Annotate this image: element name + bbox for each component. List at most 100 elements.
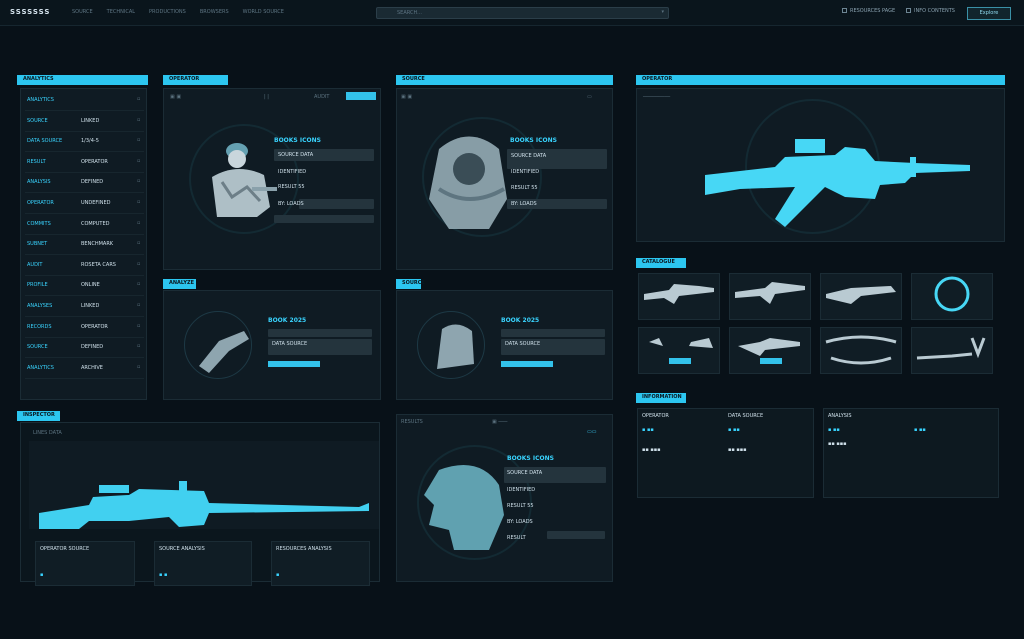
divider (25, 316, 144, 317)
card-label: | | (264, 94, 269, 100)
weapon-preview: ───────── (636, 88, 1005, 242)
sidebar-item-value: UNDEFINED (81, 200, 111, 206)
sidebar-item-label: OPERATOR (27, 200, 54, 206)
checkbox-icon[interactable]: ▫ (137, 281, 140, 287)
sidebar-item[interactable]: ANALYTICS ARCHIVE ▫ (25, 363, 144, 379)
information-header: INFORMATION (636, 393, 686, 403)
nav-item[interactable]: WORLD SOURCE (243, 9, 284, 15)
grid-icon (842, 8, 847, 13)
sidebar-item[interactable]: ANALYSIS DEFINED ▫ (25, 177, 144, 194)
divider (25, 336, 144, 338)
sidebar-item-value: ARCHIVE (81, 364, 103, 371)
sidebar-item[interactable]: RECORDS OPERATOR ▫ (25, 322, 144, 338)
sidebar-item[interactable]: AUDIT ROSETA CARS ▫ (25, 260, 144, 276)
sidebar-item-value: BENCHMARK (81, 241, 114, 248)
tab-active[interactable] (346, 92, 376, 100)
info-card: SOURCE ANALYSIS ▪ ▪ (154, 541, 252, 586)
sidebar-item[interactable]: DATA SOURCE 1/3/4-5 ▫ (25, 136, 144, 153)
sidebar-item[interactable]: PROFILE ONLINE ▫ (25, 280, 144, 297)
divider (25, 274, 144, 276)
sidebar-item-value: ONLINE (81, 282, 100, 289)
catalogue-thumbnail[interactable] (911, 327, 993, 374)
card3-header: ANALYZE (163, 279, 196, 289)
sidebar-item-label: RESULT (27, 158, 46, 165)
checkbox-icon[interactable]: ▫ (137, 240, 140, 246)
catalogue-thumbnail[interactable] (911, 273, 993, 320)
sidebar-item-value: OPERATOR (81, 158, 108, 165)
checkbox-icon[interactable]: ▫ (137, 364, 140, 370)
divider (25, 192, 144, 194)
card-tab[interactable]: AUDIT (314, 94, 329, 100)
sidebar-item-label: PROFILE (27, 282, 48, 289)
nav-item[interactable]: TECHNICAL (107, 9, 135, 15)
checkbox-icon[interactable]: ▫ (137, 178, 140, 184)
divider (25, 377, 144, 379)
resources-link[interactable]: RESOURCES PAGE (842, 8, 895, 14)
sidebar-item[interactable]: ANALYSES LINKED ▫ (25, 301, 144, 317)
soldier-sketch (432, 319, 477, 376)
inspector-header: INSPECTOR (17, 411, 60, 421)
soldier-back-figure (419, 129, 519, 241)
sidebar-item-value: DEFINED (81, 344, 104, 351)
catalogue-thumbnail[interactable] (638, 327, 720, 374)
sidebar-item[interactable]: SOURCE LINKED ▫ (25, 116, 144, 132)
info-link[interactable]: INFO CONTENTS (906, 8, 955, 14)
sidebar-item[interactable]: COMMITS COMPUTED ▫ (25, 219, 144, 235)
checkbox-icon[interactable]: ▫ (137, 117, 140, 123)
head-scan (419, 460, 514, 557)
operator-card: ▣ ▣ | | AUDIT BOOKS ICONS SOURCE DATA ID… (163, 88, 381, 270)
sidebar-item[interactable]: SOURCE DEFINED ▫ (25, 342, 144, 359)
info-card: RESOURCES ANALYSIS ▪ (271, 541, 370, 586)
sidebar-item-value: OPERATOR (81, 323, 108, 330)
search-input[interactable]: SEARCH... ▾ (376, 7, 669, 19)
checkbox-icon[interactable]: ▫ (137, 343, 140, 349)
sidebar-item-label: ANALYSIS (27, 179, 51, 186)
checkbox-icon[interactable]: ▫ (137, 261, 140, 267)
catalogue-thumbnail[interactable] (729, 327, 811, 374)
card2-header: SOURCE (396, 75, 613, 85)
checkbox-icon[interactable]: ▫ (137, 302, 140, 308)
divider (25, 130, 144, 132)
results-card: RESULTS ▣ ─── ▭▭ BOOKS ICONS SOURCE DATA… (396, 414, 613, 582)
chevron-down-icon[interactable]: ▾ (661, 9, 664, 15)
checkbox-icon[interactable]: ▫ (137, 220, 140, 226)
divider (25, 213, 144, 214)
sidebar-item[interactable]: SUBNET BENCHMARK ▫ (25, 239, 144, 256)
catalogue-thumbnail[interactable] (638, 273, 720, 320)
checkbox-icon[interactable]: ▫ (137, 137, 140, 143)
action-button[interactable] (268, 361, 320, 367)
sidebar-item-label: SOURCE (27, 344, 48, 351)
action-button[interactable] (501, 361, 553, 367)
catalogue-thumbnail[interactable] (729, 273, 811, 320)
sidebar-item-value: ROSETA CARS (81, 261, 116, 268)
top-bar: SSSSSSS SOURCE TECHNICAL PRODUCTIONS BRO… (0, 0, 1024, 26)
sidebar-item-value: COMPUTED (81, 220, 110, 227)
info-icon (906, 8, 911, 13)
checkbox-icon[interactable]: ▫ (137, 96, 140, 102)
rifle-icon (705, 127, 975, 229)
sidebar-item-label: ANALYSES (27, 303, 53, 309)
checkbox-icon[interactable]: ▫ (137, 158, 140, 164)
sidebar-item-value: LINKED (81, 117, 100, 124)
divider (25, 233, 144, 235)
nav-item[interactable]: PRODUCTIONS (149, 9, 186, 15)
sidebar-item[interactable]: ANALYTICS ▫ (25, 95, 144, 111)
divider (25, 357, 144, 359)
checkbox-icon[interactable]: ▫ (137, 199, 140, 205)
divider (25, 151, 144, 153)
catalogue-thumbnail[interactable] (820, 273, 902, 320)
nav-item[interactable]: SOURCE (72, 9, 93, 15)
nav-item[interactable]: BROWSERS (200, 9, 229, 15)
divider (25, 171, 144, 173)
divider (25, 110, 144, 111)
checkbox-icon[interactable]: ▫ (137, 323, 140, 329)
weapon-sketch (194, 321, 254, 378)
rifle-profile (29, 441, 379, 529)
catalogue-thumbnail[interactable] (820, 327, 902, 374)
info-table-1: OPERATOR DATA SOURCE ▪ ▪▪ ▪ ▪▪ ▪▪ ▪▪▪ ▪▪… (637, 408, 814, 498)
top-nav: SOURCE TECHNICAL PRODUCTIONS BROWSERS WO… (72, 9, 284, 15)
sidebar-item[interactable]: RESULT OPERATOR ▫ (25, 157, 144, 173)
explore-button[interactable]: Explore (967, 7, 1011, 20)
search-placeholder: SEARCH... (397, 10, 422, 16)
sidebar-item[interactable]: OPERATOR UNDEFINED ▫ (25, 198, 144, 214)
